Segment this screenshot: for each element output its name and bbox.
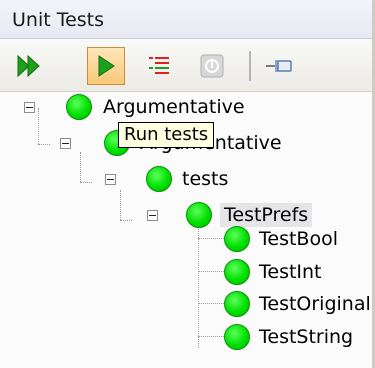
stop-button[interactable] xyxy=(193,47,231,85)
tree-node-test[interactable]: TestOriginal xyxy=(0,287,372,319)
run-tests-button[interactable] xyxy=(87,47,125,85)
tree-node-test[interactable]: TestString xyxy=(0,320,372,352)
passed-status-icon xyxy=(146,166,172,192)
passed-status-icon xyxy=(66,94,92,120)
play-icon xyxy=(98,55,115,77)
tree-node-label: Argumentative xyxy=(103,96,245,118)
tree-node-label: TestInt xyxy=(259,261,322,283)
passed-status-icon xyxy=(224,324,250,350)
tree-node-project[interactable]: Argumentative xyxy=(0,92,372,124)
tree-node-label: TestString xyxy=(259,326,354,348)
collapse-icon[interactable] xyxy=(105,174,116,185)
tree-node-test[interactable]: TestInt xyxy=(0,255,372,287)
test-list-button[interactable] xyxy=(140,47,178,85)
collapse-icon[interactable] xyxy=(147,210,158,221)
pin-button[interactable] xyxy=(260,47,298,85)
collapse-icon[interactable] xyxy=(60,138,71,149)
double-play-icon xyxy=(17,54,40,78)
unit-tests-panel: Unit Tests Argumentative tests TestPrefs… xyxy=(0,0,375,368)
pin-icon xyxy=(266,60,292,72)
toolbar xyxy=(0,39,372,92)
passed-status-icon xyxy=(224,291,250,317)
run-tests-tooltip: Run tests xyxy=(118,122,215,148)
stop-icon xyxy=(200,54,224,78)
tree-node-label: TestBool xyxy=(259,228,338,250)
tree-node-label: TestOriginal xyxy=(259,293,371,315)
test-list-icon xyxy=(149,57,169,74)
toolbar-separator xyxy=(249,51,251,81)
panel-header: Unit Tests xyxy=(0,0,372,39)
passed-status-icon xyxy=(224,226,250,252)
collapse-icon[interactable] xyxy=(24,102,35,113)
tree-node-namespace[interactable]: tests xyxy=(0,164,372,196)
panel-title: Unit Tests xyxy=(12,9,105,31)
tree-node-label: tests xyxy=(182,168,229,190)
passed-status-icon xyxy=(224,259,250,285)
run-all-button[interactable] xyxy=(10,47,48,85)
tree-node-test[interactable]: TestBool xyxy=(0,222,372,254)
